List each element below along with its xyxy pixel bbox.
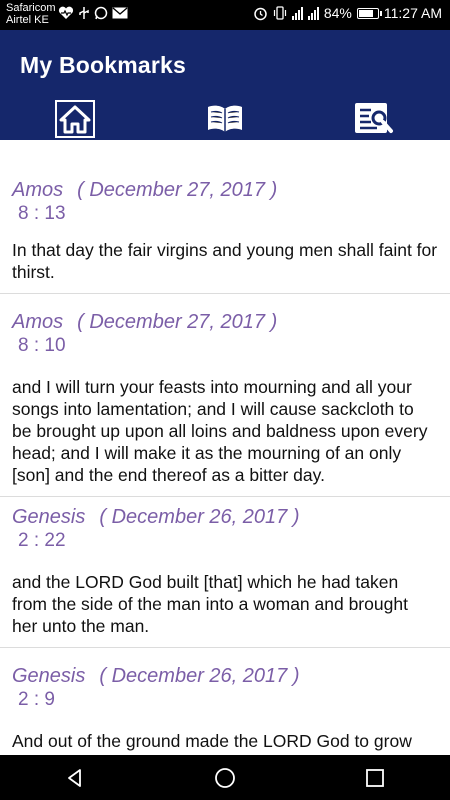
bookmark-book: Amos xyxy=(12,311,64,333)
health-icon xyxy=(58,6,74,19)
tab-search[interactable] xyxy=(352,98,396,138)
back-button[interactable] xyxy=(55,758,95,798)
battery-icon xyxy=(356,7,382,19)
app-header: My Bookmarks xyxy=(0,30,450,140)
recents-square-icon xyxy=(366,768,384,787)
home-circle-icon xyxy=(215,767,235,788)
carrier-info: Safaricom Airtel KE xyxy=(6,2,56,26)
bookmark-text: In that day the fair virgins and young m… xyxy=(12,240,438,282)
bookmark-date: ( December 26, 2017 ) xyxy=(99,665,300,687)
back-triangle-icon xyxy=(68,768,81,787)
bookmark-date: ( December 26, 2017 ) xyxy=(99,506,300,528)
tab-home[interactable] xyxy=(55,100,95,138)
notification-icons xyxy=(58,6,128,20)
clock: 11:27 AM xyxy=(383,5,442,21)
bookmark-reference: 8 : 13 xyxy=(18,203,66,224)
vibrate-icon xyxy=(273,6,286,20)
signal-2-icon xyxy=(307,6,319,20)
bookmark-book: Genesis xyxy=(12,506,86,528)
bookmark-text: and the LORD God built [that] which he h… xyxy=(12,572,408,636)
list-item[interactable]: Amos ( December 27, 2017 ) 8 : 10 and I w… xyxy=(0,294,450,497)
book-search-icon xyxy=(355,103,393,133)
bookmark-reference: 8 : 10 xyxy=(18,335,66,356)
mail-icon xyxy=(112,7,128,19)
list-item[interactable]: Amos ( December 27, 2017 ) 8 : 13 In that… xyxy=(0,140,450,294)
usb-icon xyxy=(79,7,89,19)
bookmark-book: Amos xyxy=(12,179,64,201)
home-icon xyxy=(59,105,91,134)
whatsapp-icon xyxy=(94,6,108,20)
status-bar: Safaricom Airtel KE 84% 11:27 AM xyxy=(0,0,450,30)
bookmark-book: Genesis xyxy=(12,665,86,687)
bookmark-text: and I will turn your feasts into mournin… xyxy=(12,377,428,485)
bookmark-date: ( December 27, 2017 ) xyxy=(77,179,278,201)
bookmark-list: Amos ( December 27, 2017 ) 8 : 13 In that… xyxy=(0,140,450,755)
page-title: My Bookmarks xyxy=(20,52,187,78)
open-book-icon xyxy=(208,105,242,132)
home-nav-button[interactable] xyxy=(205,758,245,798)
list-item[interactable]: Genesis ( December 26, 2017 ) 2 : 9 And o… xyxy=(0,648,450,755)
status-right: 84% 11:27 AM xyxy=(253,5,442,21)
bookmark-reference: 2 : 22 xyxy=(18,530,66,551)
bookmark-text: And out of the ground made the LORD God … xyxy=(12,731,412,755)
list-item[interactable]: Genesis ( December 26, 2017 ) 2 : 22 and … xyxy=(0,497,450,648)
recents-button[interactable] xyxy=(355,758,395,798)
carrier-2: Airtel KE xyxy=(6,14,49,26)
alarm-icon xyxy=(254,7,267,20)
bookmark-reference: 2 : 9 xyxy=(18,689,55,710)
signal-1-icon xyxy=(291,6,303,20)
battery-percent: 84% xyxy=(323,5,352,21)
tab-bible[interactable] xyxy=(203,98,247,138)
system-nav-bar xyxy=(0,755,450,800)
carrier-1: Safaricom xyxy=(6,2,56,14)
bookmark-date: ( December 27, 2017 ) xyxy=(77,311,278,333)
